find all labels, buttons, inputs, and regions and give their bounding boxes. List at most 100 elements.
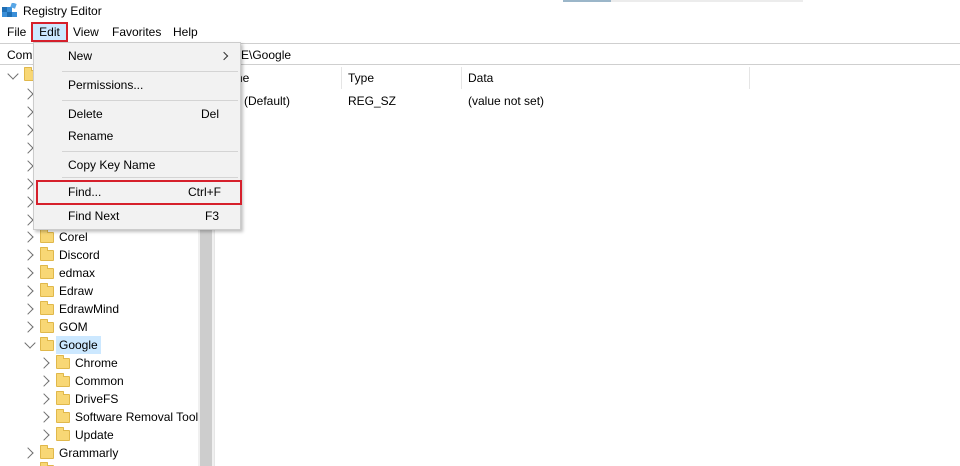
tree-item-corel[interactable]: Corel — [0, 228, 198, 246]
folder-icon — [40, 319, 54, 333]
submenu-arrow-icon — [219, 51, 229, 61]
tree-item-label: edmax — [59, 266, 96, 280]
chevron-down-icon[interactable] — [7, 68, 19, 80]
menu-item-find-next[interactable]: Find Next F3 — [35, 205, 239, 227]
folder-icon — [40, 301, 54, 315]
chevron-right-icon[interactable] — [22, 249, 34, 261]
title-bar: Registry Editor — [0, 0, 960, 22]
menu-item-rename[interactable]: Rename — [35, 125, 239, 147]
menu-item-label: Find... — [68, 185, 102, 199]
chevron-right-icon[interactable] — [22, 124, 34, 136]
title-accent-line — [611, 0, 803, 2]
folder-icon — [40, 283, 54, 297]
menu-item-new[interactable]: New — [35, 45, 239, 67]
tree-item-label: EdrawMind — [59, 302, 120, 316]
chevron-right-icon[interactable] — [22, 285, 34, 297]
chevron-right-icon[interactable] — [22, 142, 34, 154]
folder-icon — [40, 265, 54, 279]
menu-bar: File Edit View Favorites Help — [0, 22, 960, 42]
value-name[interactable]: (Default) — [244, 92, 290, 110]
tree-item-edrawmind[interactable]: EdrawMind — [0, 300, 198, 318]
menu-favorites[interactable]: Favorites — [106, 22, 167, 42]
tree-item-software-removal-tool[interactable]: Software Removal Tool — [0, 408, 198, 426]
tree-item-label: Chrome — [75, 356, 118, 370]
address-prefix: Com — [7, 48, 33, 62]
column-header-type[interactable]: Type — [342, 67, 462, 89]
column-header-data[interactable]: Data — [462, 67, 750, 89]
menu-help[interactable]: Help — [167, 22, 204, 42]
tree-item-gom[interactable]: GOM — [0, 318, 198, 336]
folder-icon — [40, 445, 54, 459]
tree-item-label: Grammarly — [59, 446, 119, 460]
tree-item-label: Corel — [59, 230, 88, 244]
menu-item-permissions[interactable]: Permissions... — [35, 74, 239, 96]
tree-item-drivefs[interactable]: DriveFS — [0, 390, 198, 408]
menu-separator — [62, 71, 238, 72]
tree-item-edmax[interactable]: edmax — [0, 264, 198, 282]
folder-icon — [56, 391, 70, 405]
tree-item-google[interactable]: Google — [0, 336, 198, 354]
tree-item-label: Update — [75, 428, 114, 442]
chevron-right-icon[interactable] — [22, 178, 34, 190]
values-list[interactable]: ame Type Data (Default) REG_SZ (value no… — [220, 65, 960, 466]
tree-item-edraw[interactable]: Edraw — [0, 282, 198, 300]
chevron-right-icon[interactable] — [22, 303, 34, 315]
menu-view[interactable]: View — [67, 22, 105, 42]
tree-item-update[interactable]: Update — [0, 426, 198, 444]
menu-item-label: Copy Key Name — [68, 158, 156, 172]
tree-item-label: Common — [75, 374, 124, 388]
edit-dropdown-menu: New Permissions... Delete Del Rename Cop… — [33, 42, 242, 230]
title-accent — [563, 0, 611, 2]
chevron-right-icon[interactable] — [22, 160, 34, 172]
folder-icon — [40, 337, 54, 351]
tree-item-label: GOM — [59, 320, 88, 334]
menu-separator — [62, 100, 238, 101]
chevron-right-icon[interactable] — [38, 375, 50, 387]
chevron-right-icon[interactable] — [38, 411, 50, 423]
tree-item-label: Google — [56, 336, 101, 354]
menu-item-copy-key-name[interactable]: Copy Key Name — [35, 154, 239, 176]
menu-item-label: New — [68, 49, 93, 63]
tree-item-label: DriveFS — [75, 392, 119, 406]
address-path: E\Google — [241, 48, 292, 62]
menu-item-shortcut: Ctrl+F — [188, 185, 221, 199]
value-data: (value not set) — [468, 94, 545, 108]
tree-scrollbar-thumb[interactable] — [200, 230, 212, 466]
chevron-down-icon[interactable] — [24, 337, 36, 349]
menu-item-delete[interactable]: Delete Del — [35, 103, 239, 125]
chevron-right-icon[interactable] — [22, 447, 34, 459]
chevron-right-icon[interactable] — [38, 357, 50, 369]
tree-item-grammarly[interactable]: Grammarly — [0, 444, 198, 462]
tree-item-common[interactable]: Common — [0, 372, 198, 390]
tree-item-chrome[interactable]: Chrome — [0, 354, 198, 372]
registry-editor-icon — [2, 3, 17, 17]
chevron-right-icon[interactable] — [22, 88, 34, 100]
menu-item-shortcut: F3 — [204, 209, 219, 223]
menu-separator — [62, 151, 238, 152]
tree-item-discord[interactable]: Discord — [0, 246, 198, 264]
chevron-right-icon[interactable] — [22, 321, 34, 333]
tree-item-label: Edraw — [59, 284, 94, 298]
value-type: REG_SZ — [348, 94, 397, 108]
tree-item-label: Software Removal Tool — [75, 410, 199, 424]
chevron-right-icon[interactable] — [22, 231, 34, 243]
chevron-right-icon[interactable] — [38, 429, 50, 441]
folder-icon — [40, 229, 54, 243]
chevron-right-icon[interactable] — [38, 393, 50, 405]
folder-icon — [56, 427, 70, 441]
window-title: Registry Editor — [23, 4, 102, 18]
chevron-right-icon[interactable] — [22, 196, 34, 208]
chevron-right-icon[interactable] — [22, 214, 34, 226]
folder-icon — [56, 373, 70, 387]
menu-item-find[interactable]: Find... Ctrl+F — [36, 180, 242, 205]
chevron-right-icon[interactable] — [22, 106, 34, 118]
menu-item-label: Delete — [68, 107, 103, 121]
chevron-right-icon[interactable] — [22, 267, 34, 279]
menu-item-label: Permissions... — [68, 78, 144, 92]
menu-edit[interactable]: Edit — [31, 22, 68, 42]
tree-item-label: Discord — [59, 248, 100, 262]
folder-icon — [56, 409, 70, 423]
menu-file[interactable]: File — [1, 22, 32, 42]
menu-item-shortcut: Del — [200, 107, 219, 121]
menu-separator — [62, 177, 238, 178]
